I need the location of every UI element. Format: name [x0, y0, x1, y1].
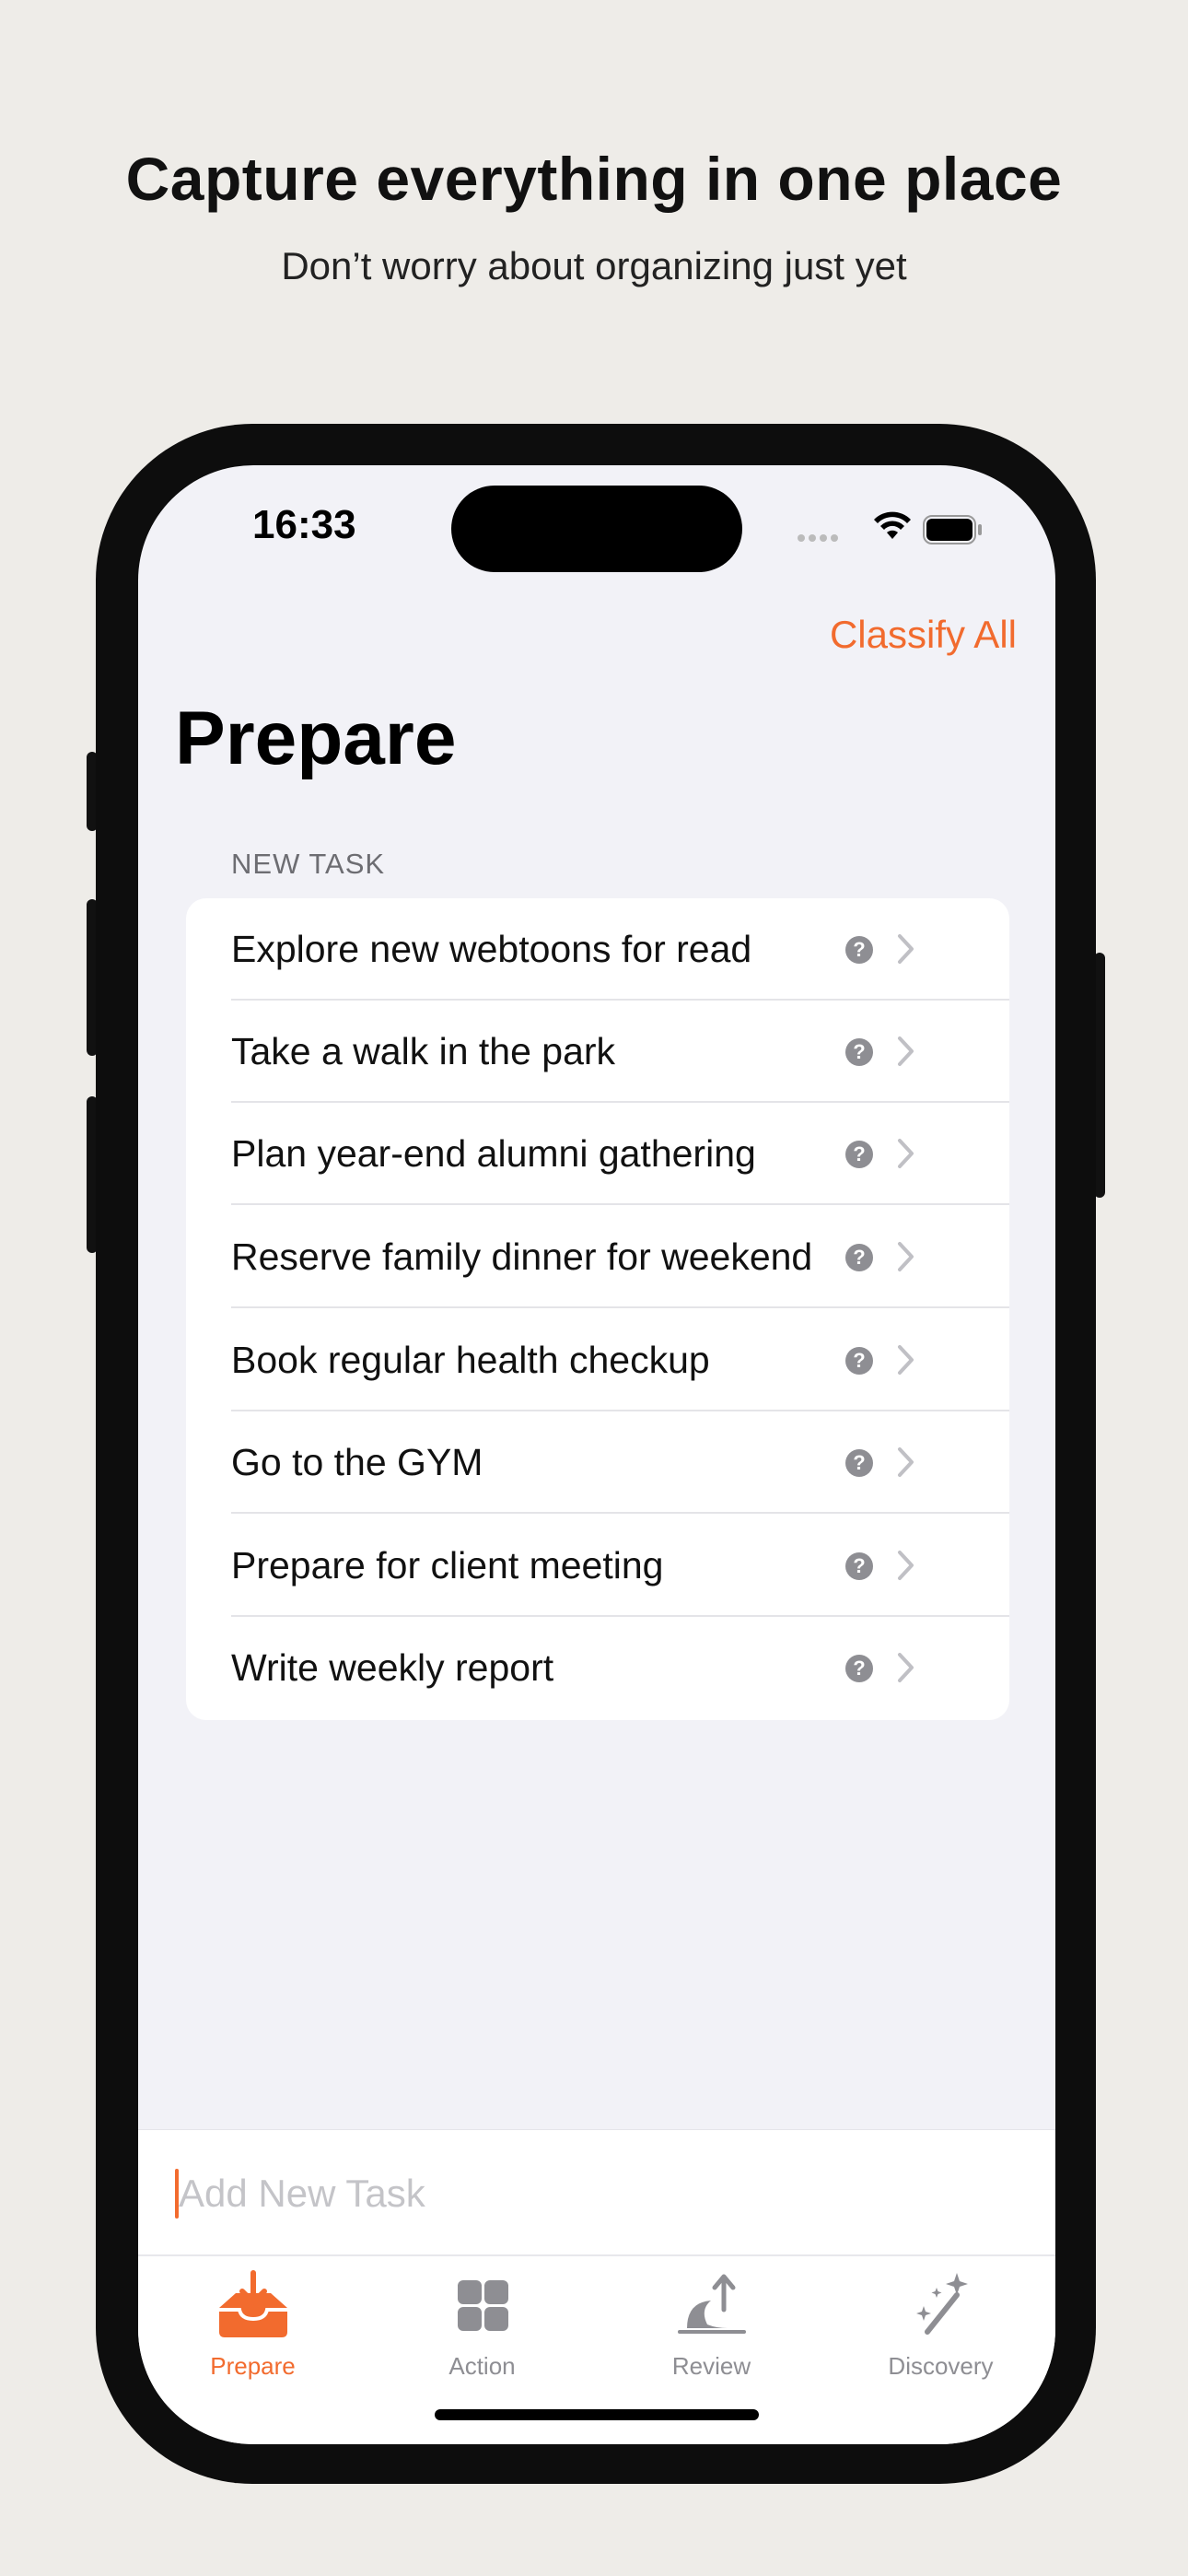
- task-label: Write weekly report: [231, 1646, 554, 1689]
- chevron-right-icon: [898, 1551, 914, 1580]
- add-task-input[interactable]: [177, 2158, 1009, 2230]
- tab-label: Discovery: [888, 2352, 994, 2380]
- classify-all-button[interactable]: Classify All: [830, 613, 1017, 657]
- task-row[interactable]: Plan year-end alumni gathering ?: [186, 1103, 1009, 1205]
- row-separator: [231, 1306, 1009, 1308]
- task-row[interactable]: Explore new webtoons for read ?: [186, 898, 1009, 1001]
- tab-discovery[interactable]: Discovery: [826, 2269, 1055, 2389]
- question-icon[interactable]: ?: [845, 1449, 873, 1477]
- wifi-icon: [874, 511, 911, 539]
- row-separator: [231, 1512, 1009, 1514]
- promo-subheadline: Don’t worry about organizing just yet: [281, 244, 907, 287]
- question-icon[interactable]: ?: [845, 1244, 873, 1271]
- chevron-right-icon: [898, 1653, 914, 1682]
- question-icon[interactable]: ?: [845, 1655, 873, 1682]
- magic-wand-icon: [916, 2273, 968, 2335]
- new-task-bar: [138, 2129, 1055, 2255]
- tab-action[interactable]: Action: [367, 2269, 597, 2389]
- task-label: Explore new webtoons for read: [231, 928, 752, 970]
- task-label: Prepare for client meeting: [231, 1544, 664, 1587]
- section-header: NEW TASK: [231, 848, 386, 880]
- task-row[interactable]: Take a walk in the park ?: [186, 1001, 1009, 1103]
- page-title: Prepare: [175, 697, 457, 780]
- status-time: 16:33: [252, 502, 356, 547]
- chevron-right-icon: [898, 1036, 914, 1066]
- tab-label: Action: [448, 2352, 516, 2380]
- chevron-right-icon: [898, 1139, 914, 1168]
- tab-prepare[interactable]: Prepare: [138, 2269, 367, 2389]
- battery-icon: [923, 515, 982, 544]
- question-icon[interactable]: ?: [845, 1038, 873, 1066]
- task-row[interactable]: Book regular health checkup ?: [186, 1309, 1009, 1411]
- tab-review[interactable]: Review: [597, 2269, 826, 2389]
- row-separator: [231, 1203, 1009, 1205]
- task-label: Plan year-end alumni gathering: [231, 1132, 756, 1175]
- tab-label: Prepare: [210, 2352, 296, 2380]
- grid-icon: [458, 2280, 508, 2331]
- status-icons: [798, 509, 982, 546]
- promo-headline: Capture everything in one place: [125, 145, 1063, 213]
- task-label: Book regular health checkup: [231, 1339, 710, 1381]
- question-icon[interactable]: ?: [845, 1141, 873, 1168]
- question-icon[interactable]: ?: [845, 1552, 873, 1580]
- tab-label: Review: [671, 2352, 751, 2380]
- task-list: Explore new webtoons for read ? Take a w…: [186, 898, 1009, 1720]
- cellular-signal-icon: [798, 530, 842, 546]
- task-row[interactable]: Reserve family dinner for weekend ?: [186, 1206, 1009, 1308]
- task-row[interactable]: Go to the GYM ?: [186, 1411, 1009, 1514]
- task-row[interactable]: Prepare for client meeting ?: [186, 1515, 1009, 1617]
- home-indicator: [435, 2409, 759, 2420]
- question-icon[interactable]: ?: [845, 936, 873, 964]
- sunrise-icon: [678, 2274, 746, 2334]
- chevron-right-icon: [898, 1447, 914, 1477]
- task-label: Reserve family dinner for weekend: [231, 1235, 813, 1278]
- chevron-right-icon: [898, 1242, 914, 1271]
- question-icon[interactable]: ?: [845, 1347, 873, 1375]
- chevron-right-icon: [898, 1345, 914, 1375]
- task-label: Take a walk in the park: [231, 1030, 616, 1072]
- phone-screen: 16:33 Classify All Prepare NEW TASK Expl…: [138, 465, 1055, 2444]
- task-label: Go to the GYM: [231, 1441, 483, 1483]
- chevron-right-icon: [898, 934, 914, 964]
- dynamic-island: [451, 486, 742, 572]
- task-row[interactable]: Write weekly report ?: [186, 1617, 1009, 1719]
- inbox-download-icon: [219, 2270, 287, 2337]
